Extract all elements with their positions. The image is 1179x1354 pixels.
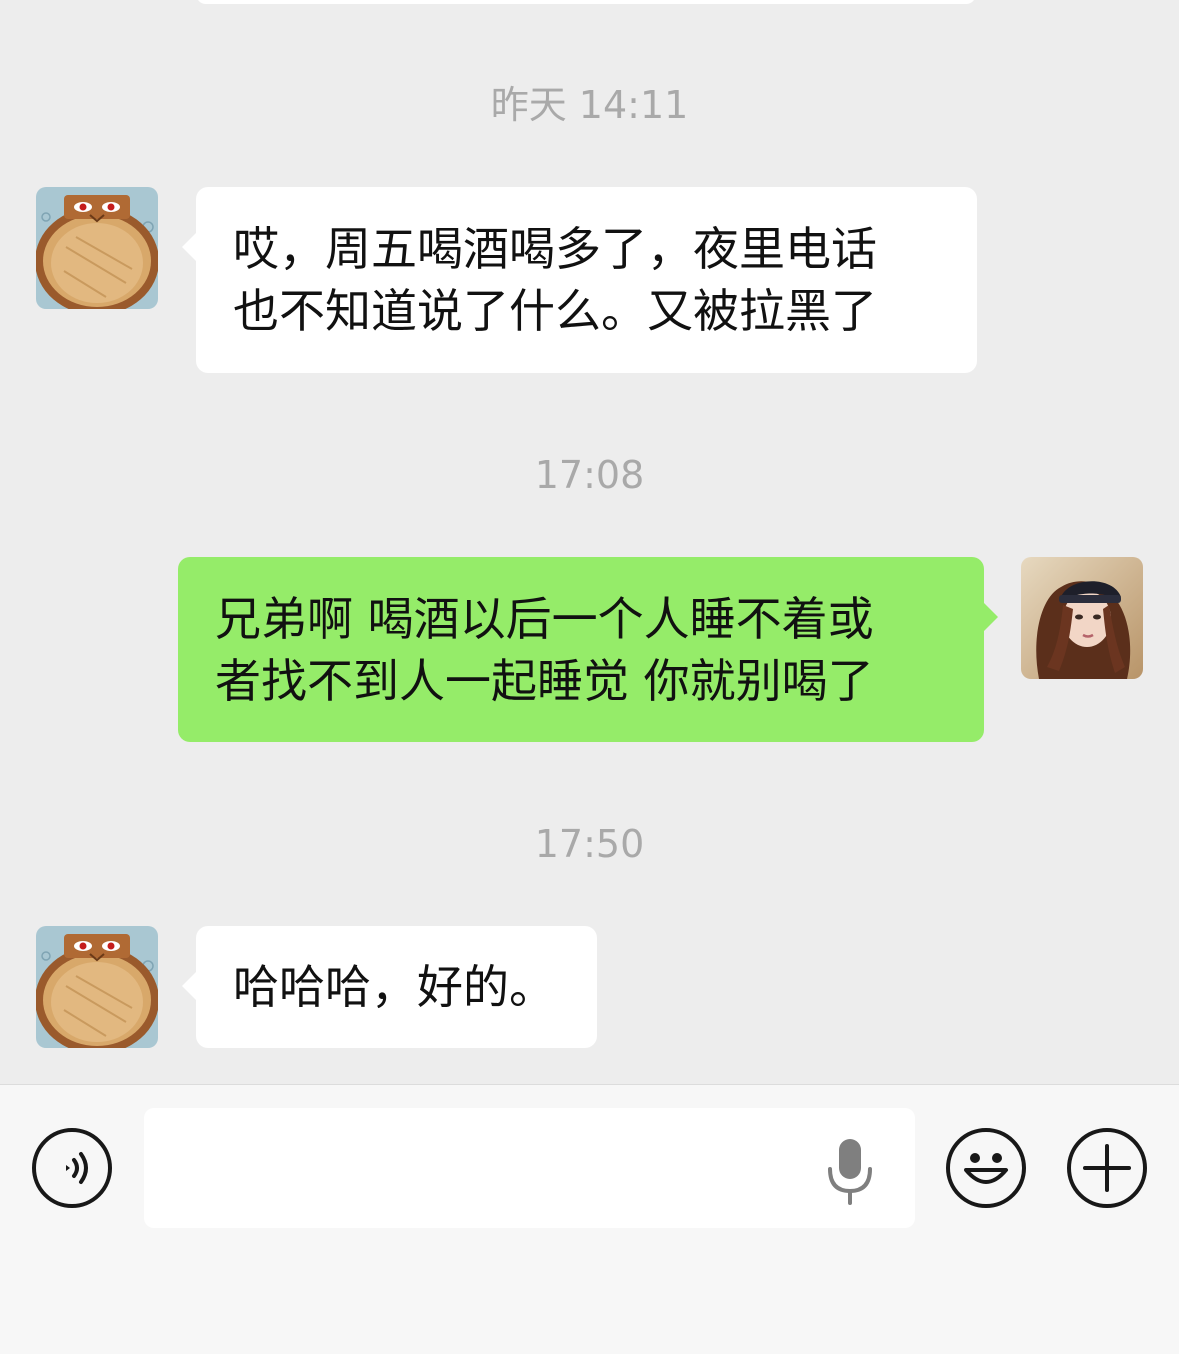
timestamp: 17:50 <box>534 822 645 866</box>
plus-icon <box>1083 1144 1131 1192</box>
emoji-button[interactable] <box>946 1128 1026 1208</box>
more-functions-button[interactable] <box>1067 1128 1147 1208</box>
chat-message-list[interactable]: 昨天 14:11 哎，周五喝酒喝多了，夜里电话 也不知道说了什么。又被拉黑了 1… <box>0 0 1179 1084</box>
timestamp: 17:08 <box>534 453 645 497</box>
incoming-message-bubble[interactable]: 哈哈哈，好的。 <box>182 926 597 1048</box>
incoming-message-bubble[interactable]: 哎，周五喝酒喝多了，夜里电话 也不知道说了什么。又被拉黑了 <box>182 187 977 373</box>
voice-toggle-icon <box>66 1152 88 1184</box>
microphone-icon[interactable] <box>822 1137 878 1207</box>
previous-message-bubble <box>196 0 976 4</box>
contact-avatar[interactable] <box>36 926 158 1048</box>
outgoing-message-bubble[interactable]: 兄弟啊 喝酒以后一个人睡不着或 者找不到人一起睡觉 你就别喝了 <box>178 557 998 742</box>
mirror-avatar-image <box>36 187 158 309</box>
emoji-smile-icon <box>964 1153 1008 1184</box>
message-input[interactable] <box>144 1108 915 1228</box>
contact-avatar[interactable] <box>36 187 158 309</box>
voice-toggle-button[interactable] <box>32 1128 112 1208</box>
message-text-line: 哎，周五喝酒喝多了，夜里电话 <box>233 222 877 276</box>
photo-avatar-image <box>1021 557 1143 679</box>
message-text-line: 兄弟啊 喝酒以后一个人睡不着或 <box>215 592 874 646</box>
message-text-line: 者找不到人一起睡觉 你就别喝了 <box>215 654 874 708</box>
mirror-avatar-image <box>36 926 158 1048</box>
message-text-line: 也不知道说了什么。又被拉黑了 <box>233 284 877 338</box>
message-text-line: 哈哈哈，好的。 <box>233 960 555 1014</box>
timestamp: 昨天 14:11 <box>490 83 689 127</box>
my-avatar[interactable] <box>1021 557 1143 679</box>
chat-input-bar <box>0 1084 1179 1354</box>
